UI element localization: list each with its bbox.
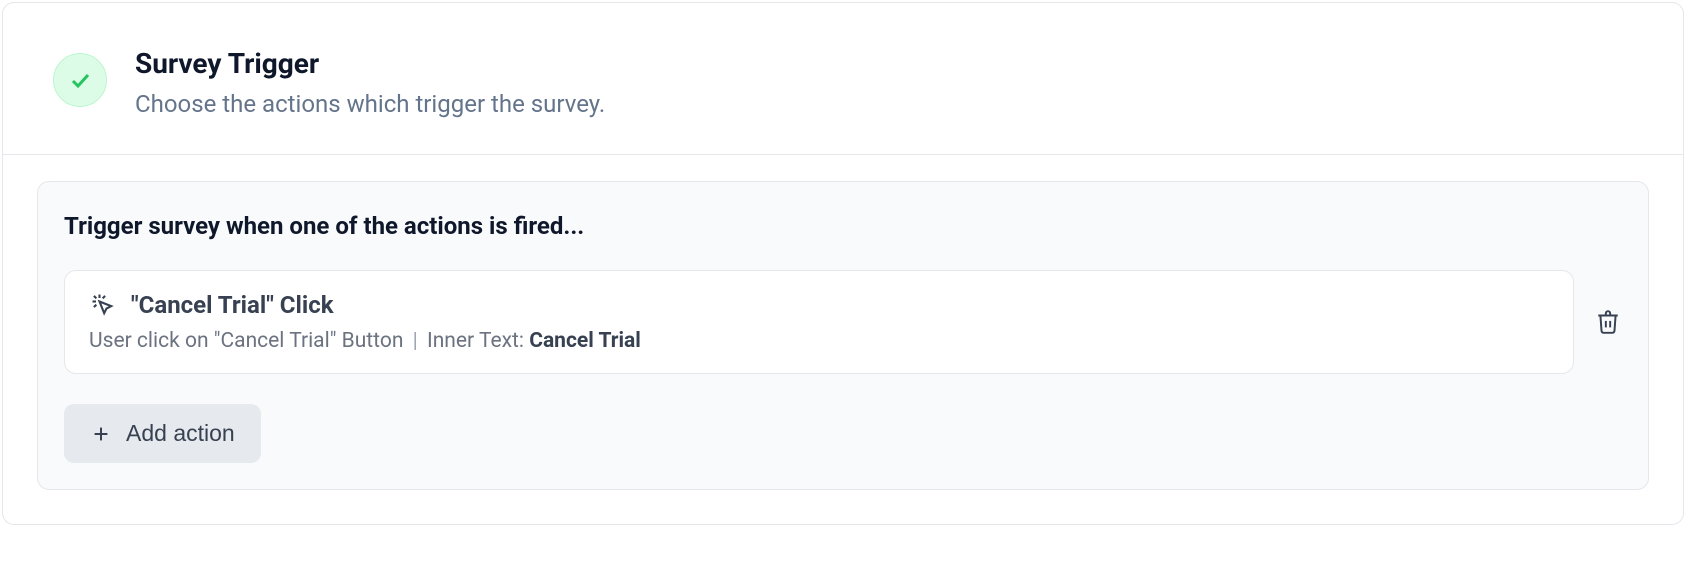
action-row: "Cancel Trial" Click User click on "Canc… — [64, 270, 1622, 374]
add-action-button[interactable]: Add action — [64, 404, 261, 463]
action-desc-prefix: User click on "Cancel Trial" Button — [89, 329, 403, 353]
action-title: "Cancel Trial" Click — [131, 291, 334, 319]
desc-divider: | — [413, 329, 418, 353]
action-card-title-row: "Cancel Trial" Click — [89, 291, 1549, 319]
check-badge — [53, 53, 107, 107]
inner-text-value: Cancel Trial — [529, 329, 641, 353]
header-text: Survey Trigger Choose the actions which … — [135, 47, 605, 118]
action-card[interactable]: "Cancel Trial" Click User click on "Canc… — [64, 270, 1574, 374]
panel-header: Survey Trigger Choose the actions which … — [3, 3, 1683, 155]
inner-text-label: Inner Text: — [427, 329, 524, 353]
delete-action-button[interactable] — [1594, 308, 1622, 336]
cursor-click-icon — [89, 291, 117, 319]
add-action-label: Add action — [126, 420, 235, 447]
trash-icon — [1595, 309, 1621, 335]
header-subtitle: Choose the actions which trigger the sur… — [135, 90, 605, 118]
action-description: User click on "Cancel Trial" Button | In… — [89, 329, 1549, 353]
check-icon — [68, 68, 92, 92]
header-title: Survey Trigger — [135, 47, 605, 80]
trigger-section-title: Trigger survey when one of the actions i… — [64, 212, 1622, 240]
trigger-box: Trigger survey when one of the actions i… — [37, 181, 1649, 490]
plus-icon — [90, 423, 112, 445]
panel-body: Trigger survey when one of the actions i… — [3, 155, 1683, 524]
survey-trigger-panel: Survey Trigger Choose the actions which … — [2, 2, 1684, 525]
